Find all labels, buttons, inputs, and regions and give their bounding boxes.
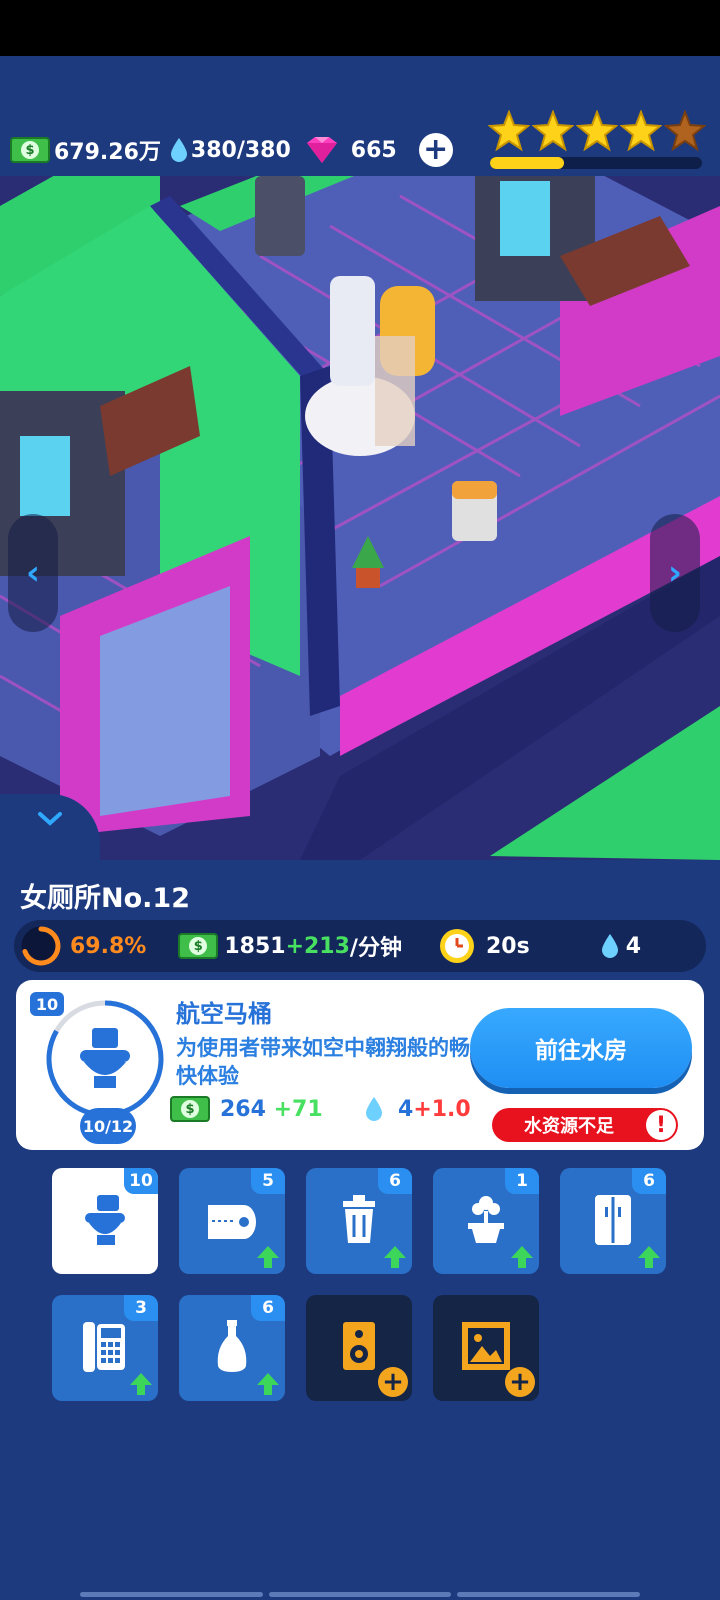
cash-icon: $ bbox=[10, 137, 50, 163]
chevron-down-icon bbox=[38, 812, 62, 826]
income-unit: /分钟 bbox=[349, 936, 402, 961]
cash-icon: $ bbox=[170, 1096, 210, 1122]
next-room-button[interactable]: › bbox=[650, 514, 700, 632]
item-slot[interactable]: 5 bbox=[179, 1168, 285, 1274]
unlock-plus-icon: + bbox=[378, 1367, 408, 1397]
water-shortage-warning: 水资源不足 ! bbox=[492, 1108, 678, 1142]
slot-count-badge: 6 bbox=[251, 1295, 285, 1321]
toilet-icon bbox=[80, 1028, 130, 1088]
item-slot[interactable]: 10 bbox=[52, 1168, 158, 1274]
star-icon bbox=[620, 110, 662, 152]
exclamation-icon: ! bbox=[646, 1110, 676, 1140]
item-detail-card: 10 10/12 航空马桶 为使用者带来如空中翱翔般的畅快体验 $ 264 +7… bbox=[16, 980, 704, 1150]
previous-room-button[interactable]: ‹ bbox=[8, 514, 58, 632]
star-empty-icon bbox=[664, 110, 706, 152]
status-bar bbox=[0, 0, 720, 56]
warning-text: 水资源不足 bbox=[524, 1116, 614, 1137]
item-count: 10/12 bbox=[80, 1108, 136, 1144]
water-drop-icon bbox=[170, 138, 187, 162]
item-water-value: 4 bbox=[398, 1096, 414, 1122]
slot-count-badge: 10 bbox=[124, 1168, 158, 1194]
gesture-bar bbox=[80, 1592, 641, 1597]
room-title: 女厕所No.12 bbox=[20, 883, 190, 914]
game-scene[interactable] bbox=[0, 56, 720, 860]
upgrade-arrow-icon bbox=[128, 1371, 154, 1397]
item-name: 航空马桶 bbox=[176, 1000, 272, 1028]
toilet-icon bbox=[73, 1187, 137, 1255]
gem-amount: 665 bbox=[350, 137, 397, 163]
slot-count-badge: 3 bbox=[124, 1295, 158, 1321]
item-slot[interactable]: 6 bbox=[306, 1168, 412, 1274]
item-slot[interactable]: 3 bbox=[52, 1295, 158, 1401]
room-stats-bar: 69.8% $ 1851 +213 /分钟 20s 4 bbox=[14, 920, 706, 972]
upgrade-arrow-icon bbox=[255, 1244, 281, 1270]
slot-count-badge: 6 bbox=[378, 1168, 412, 1194]
go-to-water-room-button[interactable]: 前往水房 bbox=[470, 1008, 692, 1088]
water-drop-icon bbox=[366, 1097, 382, 1121]
star-icon bbox=[488, 110, 530, 152]
rating-stars bbox=[488, 110, 706, 152]
water-drop-icon bbox=[601, 934, 618, 958]
add-gems-button[interactable]: + bbox=[418, 133, 453, 167]
cash-icon: $ bbox=[178, 933, 219, 959]
level-progress-bar bbox=[490, 157, 702, 169]
item-slot[interactable]: + bbox=[433, 1295, 539, 1401]
upgrade-arrow-icon bbox=[509, 1244, 535, 1270]
upgrade-arrow-icon bbox=[382, 1244, 408, 1270]
income-base: 1851 bbox=[224, 933, 286, 959]
item-slot[interactable]: 6 bbox=[560, 1168, 666, 1274]
item-slot[interactable]: + bbox=[306, 1295, 412, 1401]
star-icon bbox=[532, 110, 574, 152]
item-income-bonus: +71 bbox=[273, 1096, 323, 1122]
slot-count-badge: 6 bbox=[632, 1168, 666, 1194]
room-illustration bbox=[0, 56, 720, 860]
unlock-plus-icon: + bbox=[505, 1367, 535, 1397]
water-amount: 380/380 bbox=[190, 137, 291, 163]
upgrade-arrow-icon bbox=[636, 1244, 662, 1270]
service-time: 20s bbox=[485, 933, 530, 959]
upgrade-arrow-icon bbox=[255, 1371, 281, 1397]
water-usage: 4 bbox=[625, 933, 641, 959]
item-water-bonus: +1.0 bbox=[413, 1096, 471, 1122]
item-description: 为使用者带来如空中翱翔般的畅快体验 bbox=[176, 1036, 470, 1088]
progress-ring-icon bbox=[21, 926, 61, 966]
currency-bar: $ 679.26万 380/380 665 + bbox=[10, 132, 453, 168]
item-progress-ring bbox=[46, 1000, 164, 1118]
item-slot[interactable]: 6 bbox=[179, 1295, 285, 1401]
slot-count-badge: 5 bbox=[251, 1168, 285, 1194]
clock-icon bbox=[439, 929, 474, 963]
gem-icon bbox=[306, 137, 337, 163]
level-progress-fill bbox=[490, 157, 565, 169]
slot-count-badge: 1 bbox=[505, 1168, 539, 1194]
cash-amount: 679.26万 bbox=[54, 140, 161, 165]
item-slot[interactable]: 1 bbox=[433, 1168, 539, 1274]
room-progress: 69.8% bbox=[70, 933, 147, 959]
item-income: $ 264 +71 bbox=[170, 1096, 323, 1122]
item-level-badge: 10 bbox=[30, 992, 64, 1016]
star-icon bbox=[576, 110, 618, 152]
item-income-value: 264 bbox=[220, 1096, 266, 1122]
item-water: 4+1.0 bbox=[364, 1096, 471, 1122]
income-bonus: +213 bbox=[285, 933, 350, 959]
